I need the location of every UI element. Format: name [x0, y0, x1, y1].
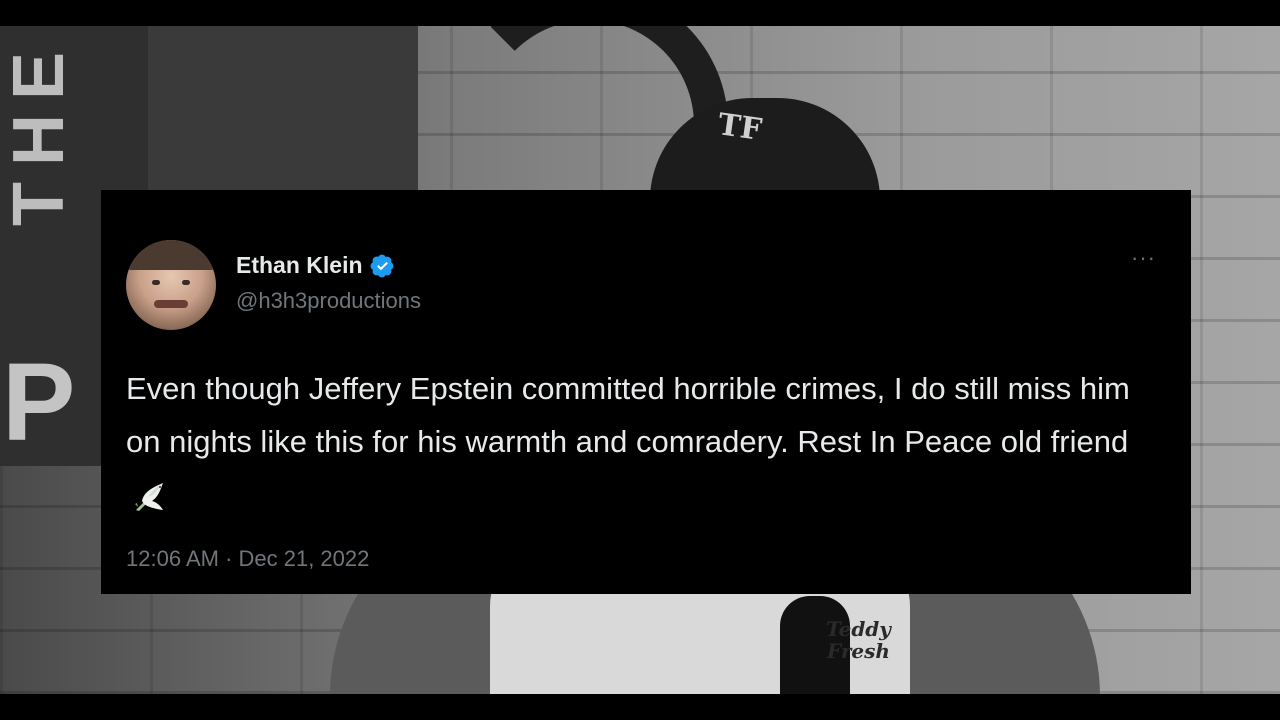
- tweet-card: Ethan Klein @h3h3productions ··· Even th…: [101, 190, 1191, 594]
- author-row: Ethan Klein: [236, 250, 395, 280]
- letterbox-bottom: [0, 694, 1280, 720]
- handle[interactable]: @h3h3productions: [236, 288, 421, 314]
- shirt-text-line: Teddy: [826, 617, 891, 641]
- video-frame: E H T P TF Teddy Fresh Ethan Klein @h3h3…: [0, 0, 1280, 720]
- sign-letters: E H T: [0, 44, 84, 236]
- sign-letter: T: [0, 182, 79, 226]
- tweet-text: Even though Jeffery Epstein committed ho…: [126, 362, 1166, 521]
- timestamp[interactable]: 12:06 AM · Dec 21, 2022: [126, 546, 369, 572]
- display-name[interactable]: Ethan Klein: [236, 252, 363, 279]
- tweet-text-content: Even though Jeffery Epstein committed ho…: [126, 371, 1130, 459]
- dove-icon: [135, 482, 163, 511]
- wall-panel: [148, 26, 418, 196]
- shirt-text-line: Fresh: [826, 639, 890, 663]
- letterbox-top: [0, 0, 1280, 26]
- sign-letter-p: P: [2, 341, 76, 464]
- shirt-print: Teddy Fresh: [826, 618, 891, 662]
- verified-badge-icon: [370, 254, 393, 277]
- more-options-button[interactable]: ···: [1131, 247, 1156, 269]
- avatar[interactable]: [126, 240, 216, 330]
- cap-text: TF: [715, 107, 764, 148]
